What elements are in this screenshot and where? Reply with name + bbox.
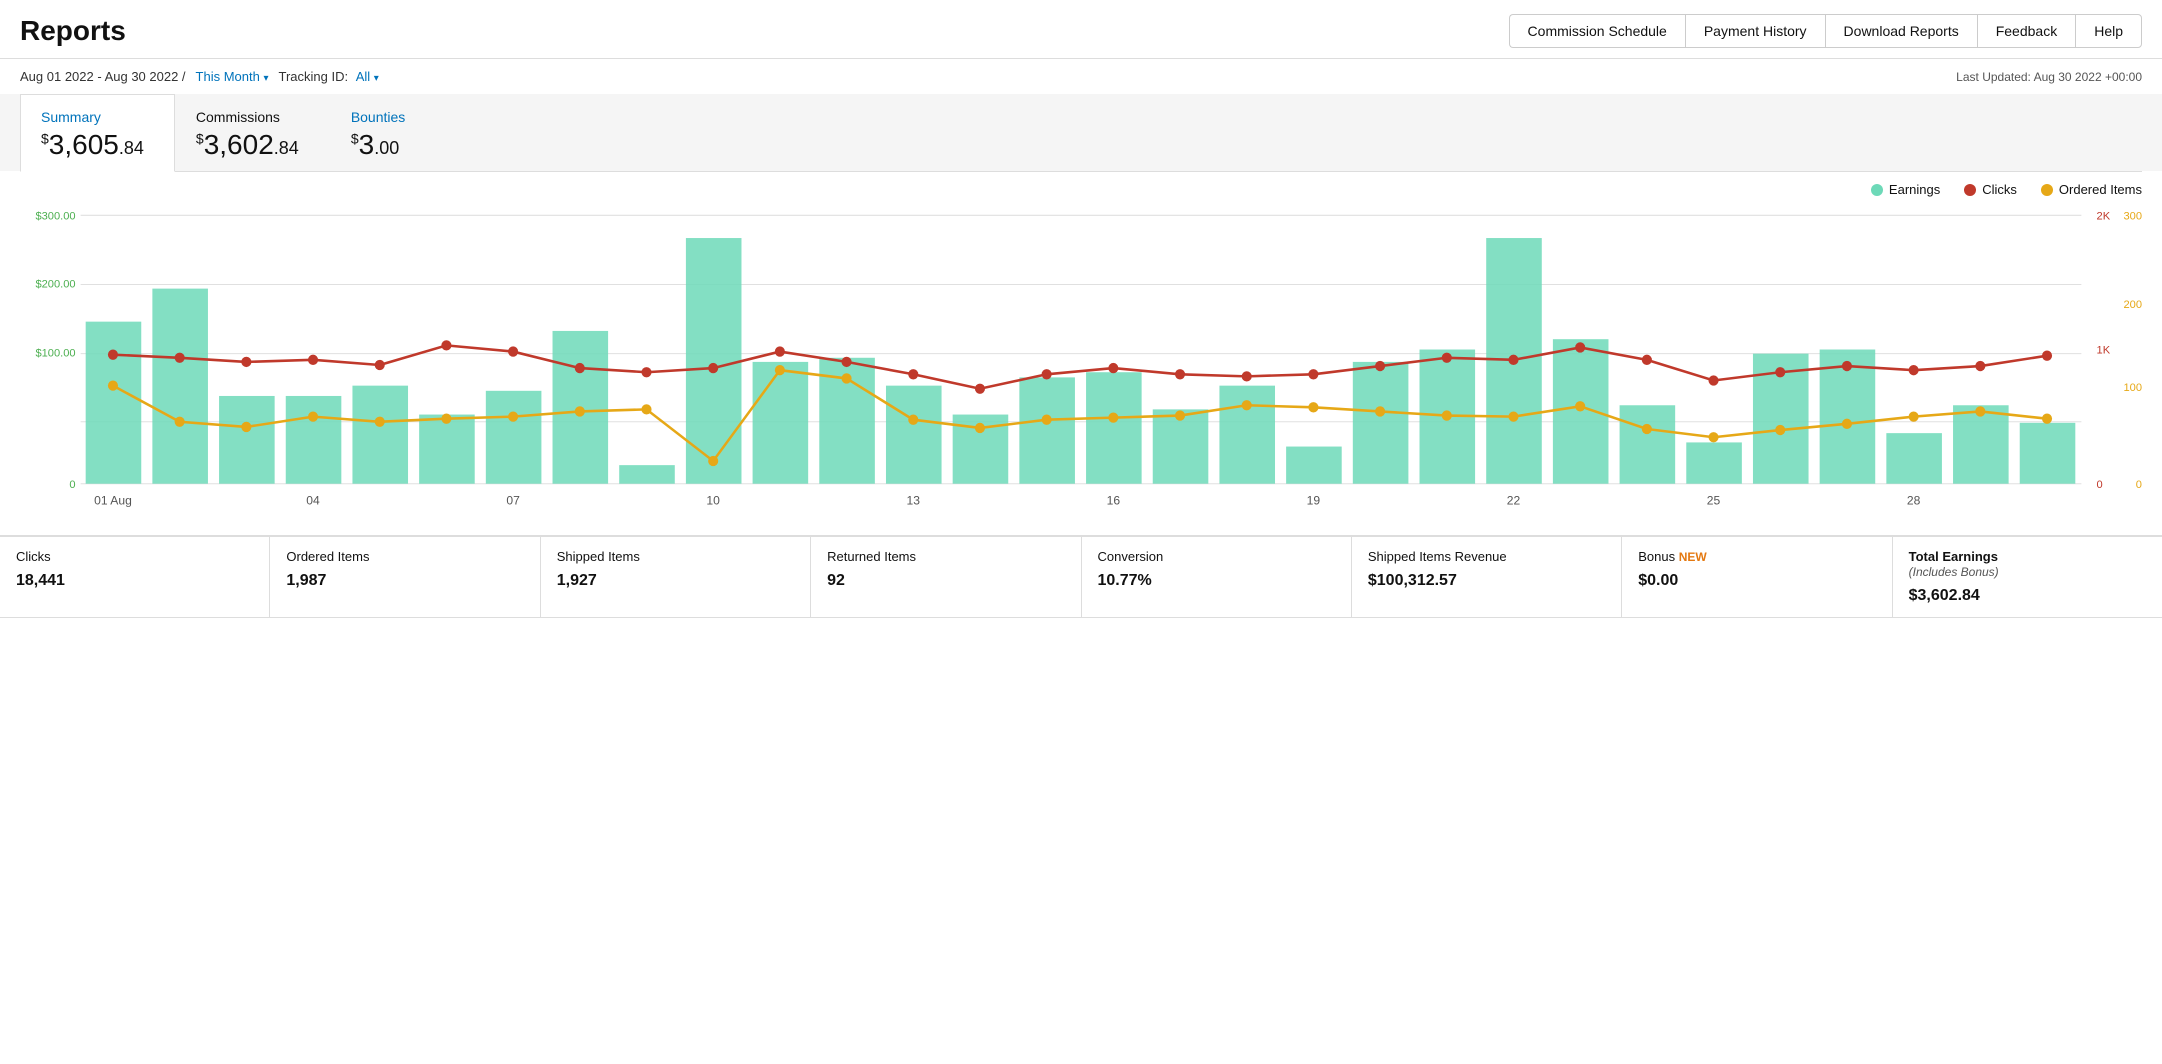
nav-help[interactable]: Help xyxy=(2075,14,2142,48)
stat-conversion: Conversion 10.77% xyxy=(1082,537,1352,617)
legend-clicks: Clicks xyxy=(1964,182,2017,197)
stat-returned-items-value: 92 xyxy=(827,572,1064,590)
clicks-label: Clicks xyxy=(1982,182,2017,197)
earnings-dot xyxy=(1871,184,1883,196)
date-filter-area: Aug 01 2022 - Aug 30 2022 / This Month ▾… xyxy=(20,69,379,84)
legend-ordered-items: Ordered Items xyxy=(2041,182,2142,197)
top-nav: Commission Schedule Payment History Down… xyxy=(1509,14,2142,48)
nav-feedback[interactable]: Feedback xyxy=(1977,14,2075,48)
svg-text:04: 04 xyxy=(306,493,320,507)
svg-text:2K: 2K xyxy=(2097,210,2111,222)
tracking-chevron: ▾ xyxy=(374,73,379,84)
svg-text:16: 16 xyxy=(1107,493,1121,507)
earnings-bars xyxy=(86,238,2076,484)
tab-bounties-value: $3.00 xyxy=(351,129,405,161)
stats-table: Clicks 18,441 Ordered Items 1,987 Shippe… xyxy=(0,535,2162,618)
chart-legend: Earnings Clicks Ordered Items xyxy=(20,182,2142,197)
stat-total-earnings-value: $3,602.84 xyxy=(1909,587,2146,605)
svg-text:10: 10 xyxy=(706,493,720,507)
svg-text:$200.00: $200.00 xyxy=(35,278,75,290)
stat-bonus-label: Bonus NEW xyxy=(1638,549,1875,564)
stat-ordered-items-label: Ordered Items xyxy=(286,549,523,564)
tab-commissions-value: $3,602.84 xyxy=(196,129,299,161)
tab-bounties-label: Bounties xyxy=(351,109,405,125)
svg-text:13: 13 xyxy=(907,493,921,507)
tab-commissions[interactable]: Commissions $3,602.84 xyxy=(175,94,330,171)
svg-text:22: 22 xyxy=(1507,493,1521,507)
sub-header: Aug 01 2022 - Aug 30 2022 / This Month ▾… xyxy=(0,59,2162,94)
svg-text:1K: 1K xyxy=(2097,345,2111,357)
header: Reports Commission Schedule Payment Hist… xyxy=(0,0,2162,59)
svg-text:0: 0 xyxy=(69,479,75,491)
earnings-label: Earnings xyxy=(1889,182,1940,197)
stat-shipped-items: Shipped Items 1,927 xyxy=(541,537,811,617)
tab-bounties[interactable]: Bounties $3.00 xyxy=(330,94,436,171)
svg-text:28: 28 xyxy=(1907,493,1921,507)
stat-total-earnings-label: Total Earnings (Includes Bonus) xyxy=(1909,549,2146,579)
nav-payment-history[interactable]: Payment History xyxy=(1685,14,1825,48)
stat-bonus-value: $0.00 xyxy=(1638,572,1875,590)
this-month-label: This Month xyxy=(196,69,260,84)
svg-text:0: 0 xyxy=(2097,479,2103,491)
stat-total-earnings-sublabel: (Includes Bonus) xyxy=(1909,565,1999,579)
stat-shipped-revenue: Shipped Items Revenue $100,312.57 xyxy=(1352,537,1622,617)
stat-shipped-revenue-label: Shipped Items Revenue xyxy=(1368,549,1605,564)
stat-clicks-value: 18,441 xyxy=(16,572,253,590)
stat-returned-items: Returned Items 92 xyxy=(811,537,1081,617)
stat-conversion-value: 10.77% xyxy=(1098,572,1335,590)
svg-text:19: 19 xyxy=(1307,493,1321,507)
svg-text:100: 100 xyxy=(2123,382,2142,394)
this-month-chevron: ▾ xyxy=(263,73,268,84)
nav-commission-schedule[interactable]: Commission Schedule xyxy=(1509,14,1685,48)
chart-area: Earnings Clicks Ordered Items $300.00 $2… xyxy=(0,172,2162,525)
stat-shipped-revenue-value: $100,312.57 xyxy=(1368,572,1605,590)
ordered-items-dot xyxy=(2041,184,2053,196)
tabs-section: Summary $3,605.84 Commissions $3,602.84 … xyxy=(0,94,2162,171)
tracking-id-value[interactable]: All ▾ xyxy=(356,69,379,84)
tab-summary-value: $3,605.84 xyxy=(41,129,144,161)
date-range-text: Aug 01 2022 - Aug 30 2022 / xyxy=(20,69,186,84)
tracking-id-label: Tracking ID: All ▾ xyxy=(279,69,379,84)
chart-container: $300.00 $200.00 $100.00 0 2K 1K 0 300 20… xyxy=(20,205,2142,525)
stat-ordered-items: Ordered Items 1,987 xyxy=(270,537,540,617)
stat-clicks-label: Clicks xyxy=(16,549,253,564)
nav-download-reports[interactable]: Download Reports xyxy=(1825,14,1977,48)
stat-shipped-items-value: 1,927 xyxy=(557,572,794,590)
svg-text:200: 200 xyxy=(2123,299,2142,311)
chart-svg: $300.00 $200.00 $100.00 0 2K 1K 0 300 20… xyxy=(20,205,2142,525)
stat-total-earnings: Total Earnings (Includes Bonus) $3,602.8… xyxy=(1893,537,2162,617)
svg-text:300: 300 xyxy=(2123,210,2142,222)
svg-text:25: 25 xyxy=(1707,493,1721,507)
new-badge: NEW xyxy=(1679,550,1707,564)
tab-commissions-label: Commissions xyxy=(196,109,299,125)
stat-bonus: Bonus NEW $0.00 xyxy=(1622,537,1892,617)
tab-summary[interactable]: Summary $3,605.84 xyxy=(20,94,175,172)
svg-text:07: 07 xyxy=(506,493,520,507)
last-updated-text: Last Updated: Aug 30 2022 +00:00 xyxy=(1956,70,2142,84)
stat-shipped-items-label: Shipped Items xyxy=(557,549,794,564)
svg-text:$300.00: $300.00 xyxy=(35,210,75,222)
stat-returned-items-label: Returned Items xyxy=(827,549,1064,564)
legend-earnings: Earnings xyxy=(1871,182,1940,197)
tab-summary-label: Summary xyxy=(41,109,144,125)
stat-ordered-items-value: 1,987 xyxy=(286,572,523,590)
ordered-items-label: Ordered Items xyxy=(2059,182,2142,197)
svg-text:$100.00: $100.00 xyxy=(35,348,75,360)
page-title: Reports xyxy=(20,15,126,47)
this-month-link[interactable]: This Month ▾ xyxy=(196,69,269,84)
svg-text:01 Aug: 01 Aug xyxy=(94,493,132,507)
stat-clicks: Clicks 18,441 xyxy=(0,537,270,617)
clicks-dot xyxy=(1964,184,1976,196)
svg-text:0: 0 xyxy=(2136,479,2142,491)
stat-conversion-label: Conversion xyxy=(1098,549,1335,564)
